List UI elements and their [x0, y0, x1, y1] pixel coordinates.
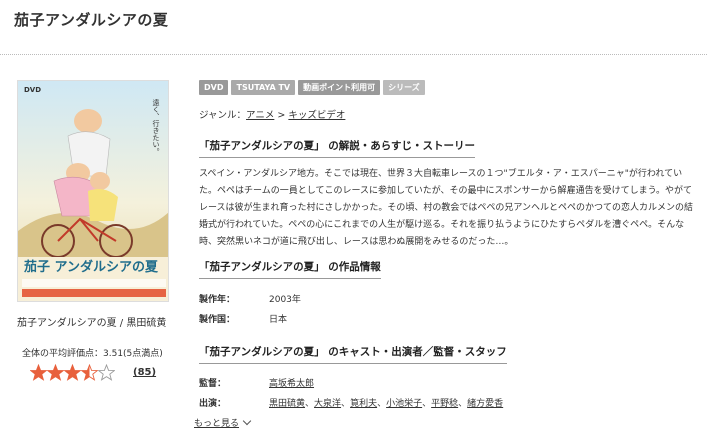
info-country-row: 製作国： 日本: [199, 312, 287, 325]
star-icon: [98, 364, 115, 381]
rating-stars: [30, 364, 115, 381]
chevron-down-icon: [242, 416, 252, 426]
poster-caption: 茄子アンダルシアの夏 / 黒田硫黄: [17, 318, 167, 329]
cast-sep: 、: [341, 399, 351, 409]
poster-tagline: 遠く、行きたい。: [152, 98, 160, 155]
poster-dvd-mark: DVD: [24, 86, 41, 94]
star-icon: [47, 364, 64, 381]
info-country-label: 製作国：: [199, 315, 236, 325]
star-icon: [30, 364, 47, 381]
genre-separator: >: [277, 110, 286, 121]
cast-link[interactable]: 小池栄子: [386, 399, 422, 409]
star-icon: [81, 364, 98, 381]
director-row: 監督： 高坂希太郎: [199, 376, 314, 389]
show-more-label: もっと見る: [194, 419, 240, 429]
cast-sep: 、: [422, 399, 432, 409]
star-icon: [64, 364, 81, 381]
badge-list: DVD TSUTAYA TV 動画ポイント利用可 シリーズ: [199, 80, 425, 95]
cast-link[interactable]: 平野稔: [431, 399, 458, 409]
cast-sep: 、: [305, 399, 315, 409]
info-year-label: 製作年：: [199, 295, 236, 305]
poster-logo: 茄子 アンダルシアの夏: [23, 259, 159, 275]
info-year-row: 製作年： 2003年: [199, 292, 301, 305]
genre-breadcrumb: ジャンル：アニメ > キッズビデオ: [199, 107, 345, 121]
info-country-value: 日本: [269, 315, 288, 325]
info-year-value: 2003年: [269, 295, 301, 305]
badge-video-points: 動画ポイント利用可: [298, 80, 381, 95]
cast-label: 出演：: [199, 399, 227, 409]
cast-link[interactable]: 黒田硫黄: [269, 399, 305, 409]
director-label: 監督：: [199, 379, 227, 389]
genre-link-anime[interactable]: アニメ: [246, 110, 274, 121]
story-text: スペイン・アンダルシア地方。そこでは現在、世界３大自転車レースの１つ"ブエルタ・…: [199, 169, 694, 247]
page-title: 茄子アンダルシアの夏: [14, 11, 169, 29]
badge-tsutaya-tv: TSUTAYA TV: [231, 80, 296, 95]
cast-heading: 「茄子アンダルシアの夏」 のキャスト・出演者／監督・スタッフ: [199, 344, 507, 364]
show-more-link[interactable]: もっと見る: [194, 416, 252, 429]
cast-link[interactable]: 緒方愛香: [467, 399, 503, 409]
badge-dvd: DVD: [199, 80, 229, 95]
title-divider: [0, 54, 707, 55]
genre-prefix: ジャンル：: [199, 110, 247, 121]
director-link[interactable]: 高坂希太郎: [269, 379, 314, 389]
story-heading: 「茄子アンダルシアの夏」 の解説・あらすじ・ストーリー: [199, 138, 476, 158]
cast-sep: 、: [458, 399, 468, 409]
badge-series: シリーズ: [383, 80, 425, 95]
cast-link[interactable]: 大泉洋: [314, 399, 341, 409]
review-count-link[interactable]: (85): [133, 367, 156, 378]
cast-link[interactable]: 筧利夫: [350, 399, 377, 409]
cast-sep: 、: [377, 399, 387, 409]
poster-image[interactable]: DVD 遠く、行きたい。 茄子 アンダルシアの夏: [17, 80, 169, 302]
info-heading: 「茄子アンダルシアの夏」 の作品情報: [199, 259, 381, 279]
genre-link-kids[interactable]: キッズビデオ: [288, 110, 345, 121]
rating-label: 全体の平均評価点：3.51(5点満点): [22, 349, 163, 359]
cast-row: 出演： 黒田硫黄、大泉洋、筧利夫、小池栄子、平野稔、緒方愛香: [199, 396, 503, 409]
